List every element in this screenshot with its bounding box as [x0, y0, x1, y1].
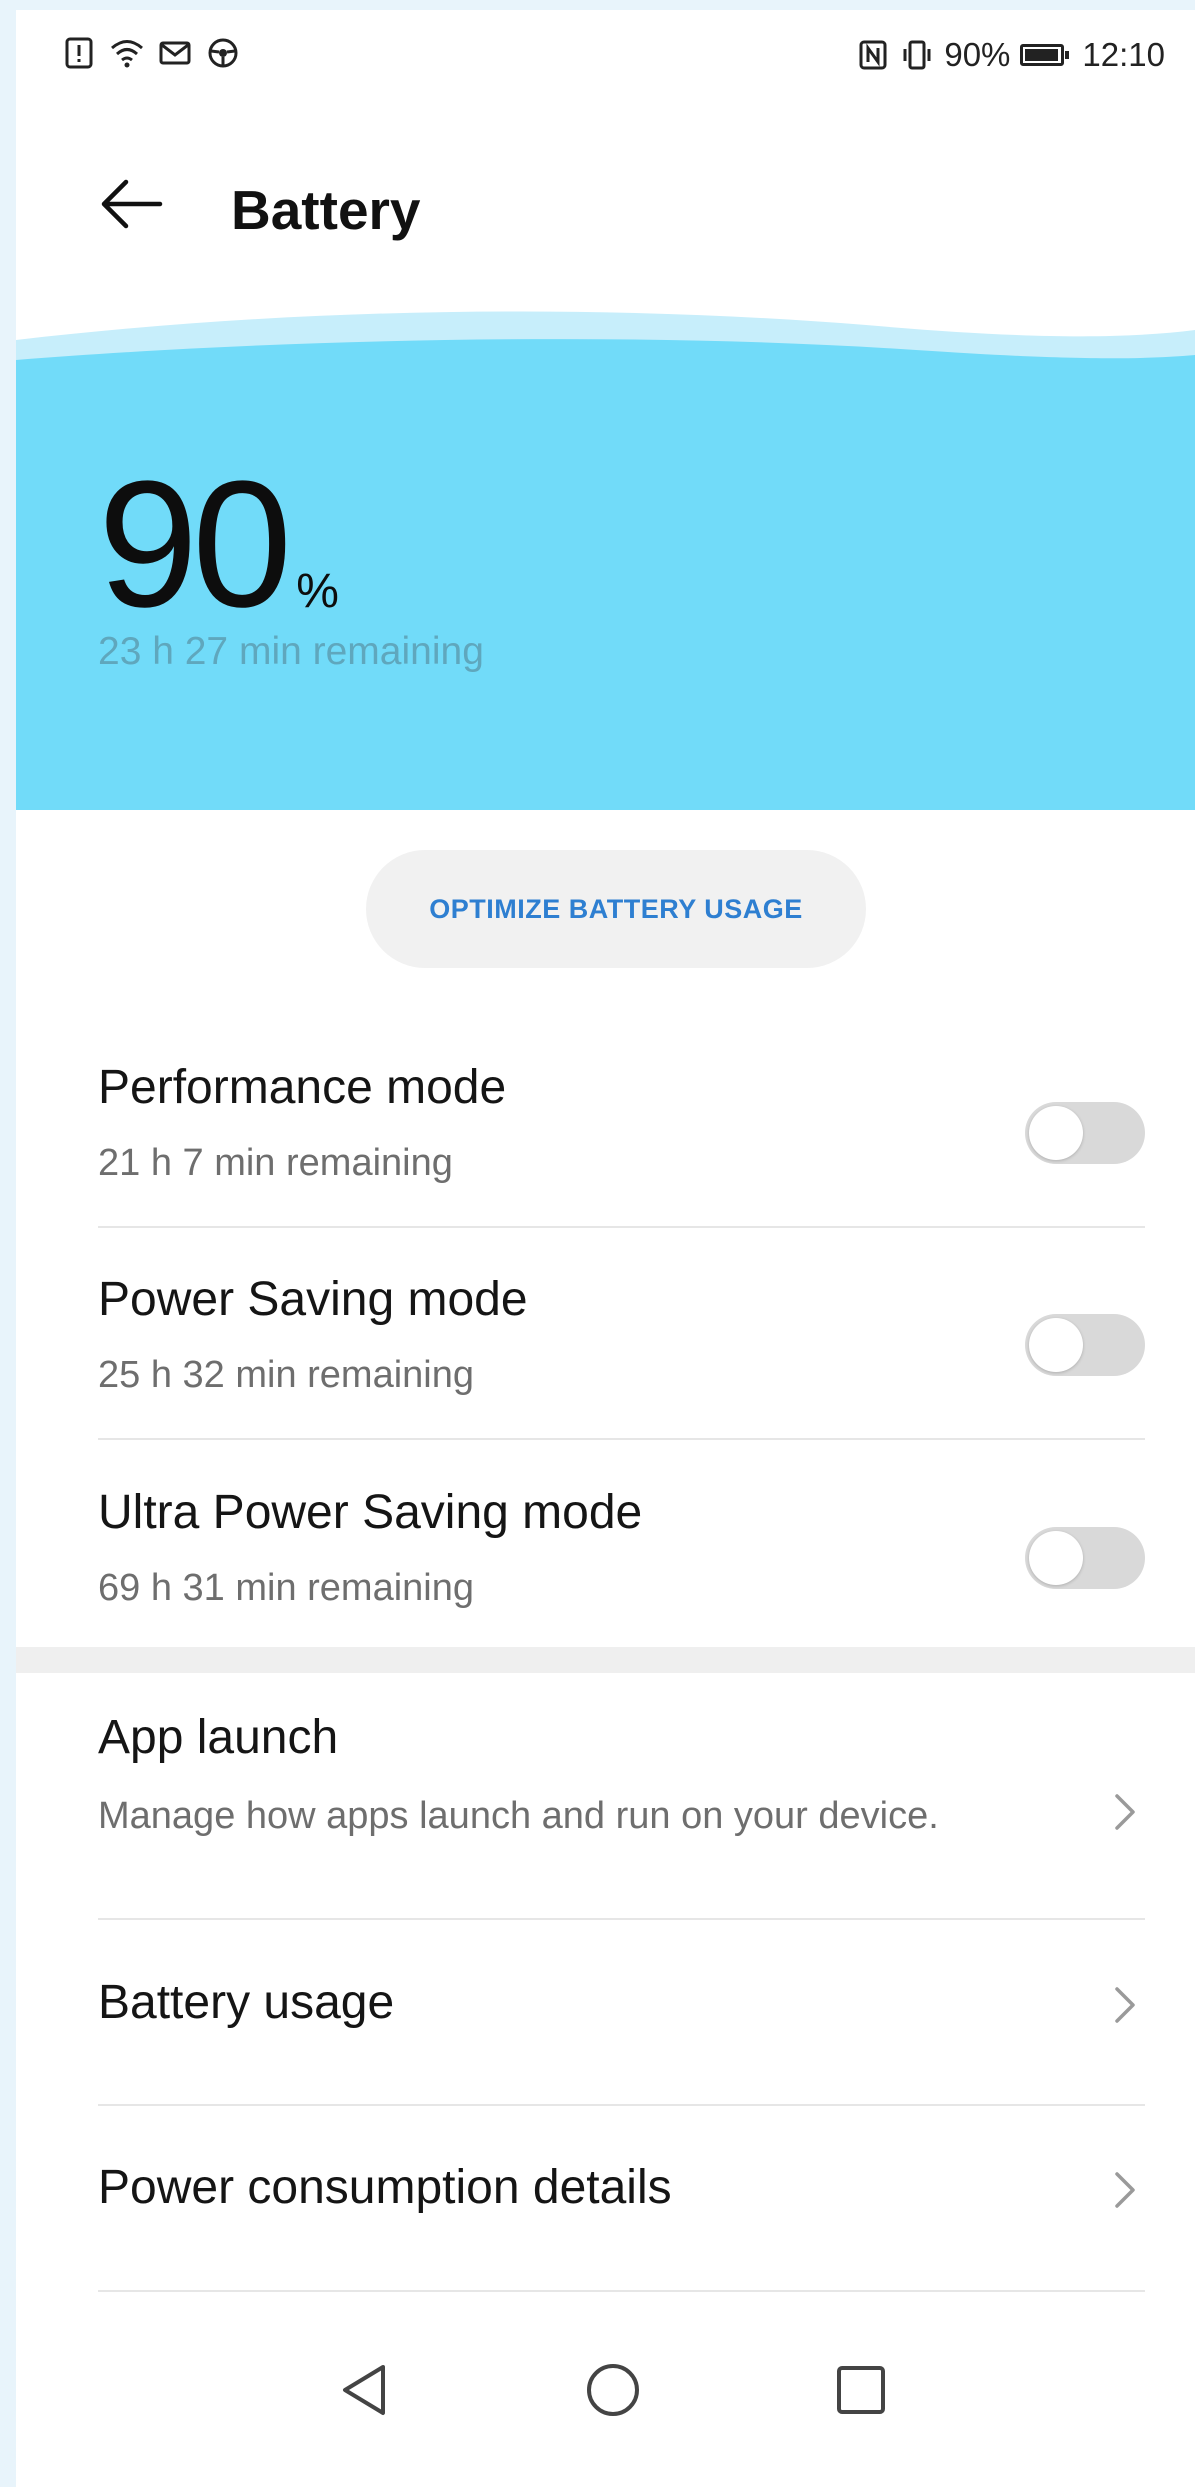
chevron-right-icon: [1115, 2172, 1135, 2208]
arrow-left-icon: [101, 179, 163, 229]
setting-title: Power consumption details: [98, 2161, 672, 2214]
recents-square-icon: [837, 2366, 885, 2414]
divider: [98, 1918, 1145, 1920]
setting-subtitle: Manage how apps launch and run on your d…: [98, 1795, 939, 1837]
setting-title: App launch: [98, 1711, 339, 1764]
mode-row-performance[interactable]: Performance mode 21 h 7 min remaining: [98, 1060, 1145, 1210]
battery-percent-unit: %: [296, 565, 339, 618]
setting-title: Battery usage: [98, 1976, 395, 2029]
toggle-knob: [1029, 1531, 1083, 1585]
vibrate-icon: [900, 38, 934, 72]
battery-level: 90 %: [98, 455, 339, 635]
back-button[interactable]: [96, 174, 166, 234]
nav-home-button[interactable]: [578, 2355, 648, 2425]
divider: [98, 1438, 1145, 1440]
battery-remaining-time: 23 h 27 min remaining: [98, 630, 484, 673]
nfc-icon: [856, 38, 890, 72]
mode-title: Ultra Power Saving mode: [98, 1486, 643, 1539]
section-separator: [16, 1647, 1195, 1673]
status-left-icons: [62, 36, 240, 70]
alert-icon: [62, 36, 96, 70]
app-header: Battery: [16, 130, 1195, 270]
mode-row-ultra-power-saving[interactable]: Ultra Power Saving mode 69 h 31 min rema…: [98, 1485, 1145, 1635]
system-nav-bar: [16, 2310, 1195, 2460]
divider: [98, 2290, 1145, 2292]
battery-percent-value: 90: [98, 444, 292, 645]
power-saving-mode-toggle[interactable]: [1025, 1314, 1145, 1376]
battery-icon: [1020, 44, 1070, 66]
steering-wheel-icon: [206, 36, 240, 70]
ultra-power-saving-mode-toggle[interactable]: [1025, 1527, 1145, 1589]
divider: [98, 1226, 1145, 1228]
home-circle-icon: [587, 2364, 639, 2416]
settings-row-battery-usage[interactable]: Battery usage: [98, 1975, 1145, 2075]
mode-subtitle: 69 h 31 min remaining: [98, 1567, 474, 1609]
battery-hero-panel: 90 % 23 h 27 min remaining: [16, 300, 1195, 810]
mode-title: Power Saving mode: [98, 1273, 528, 1326]
toggle-knob: [1029, 1106, 1083, 1160]
status-right-icons: 90% 12:10: [856, 36, 1165, 74]
status-bar: 90% 12:10: [16, 10, 1195, 110]
mail-icon: [158, 36, 192, 70]
settings-row-power-consumption[interactable]: Power consumption details: [98, 2160, 1145, 2260]
status-time: 12:10: [1082, 36, 1165, 73]
optimize-battery-button[interactable]: OPTIMIZE BATTERY USAGE: [366, 850, 866, 968]
phone-screen: 90% 12:10 Battery 90 % 23 h 27 min remai…: [16, 10, 1195, 2487]
back-triangle-icon: [343, 2365, 385, 2415]
chevron-right-icon: [1115, 1794, 1135, 1830]
chevron-right-icon: [1115, 1987, 1135, 2023]
status-battery-percent: 90%: [944, 36, 1011, 73]
page-title: Battery: [231, 179, 421, 241]
toggle-knob: [1029, 1318, 1083, 1372]
mode-subtitle: 21 h 7 min remaining: [98, 1142, 453, 1184]
mode-subtitle: 25 h 32 min remaining: [98, 1354, 474, 1396]
performance-mode-toggle[interactable]: [1025, 1102, 1145, 1164]
mode-row-power-saving[interactable]: Power Saving mode 25 h 32 min remaining: [98, 1272, 1145, 1422]
settings-row-app-launch[interactable]: App launch Manage how apps launch and ru…: [98, 1710, 1145, 1900]
divider: [98, 2104, 1145, 2106]
wifi-icon: [110, 36, 144, 70]
nav-recents-button[interactable]: [826, 2355, 896, 2425]
nav-back-button[interactable]: [329, 2355, 399, 2425]
mode-title: Performance mode: [98, 1061, 507, 1114]
